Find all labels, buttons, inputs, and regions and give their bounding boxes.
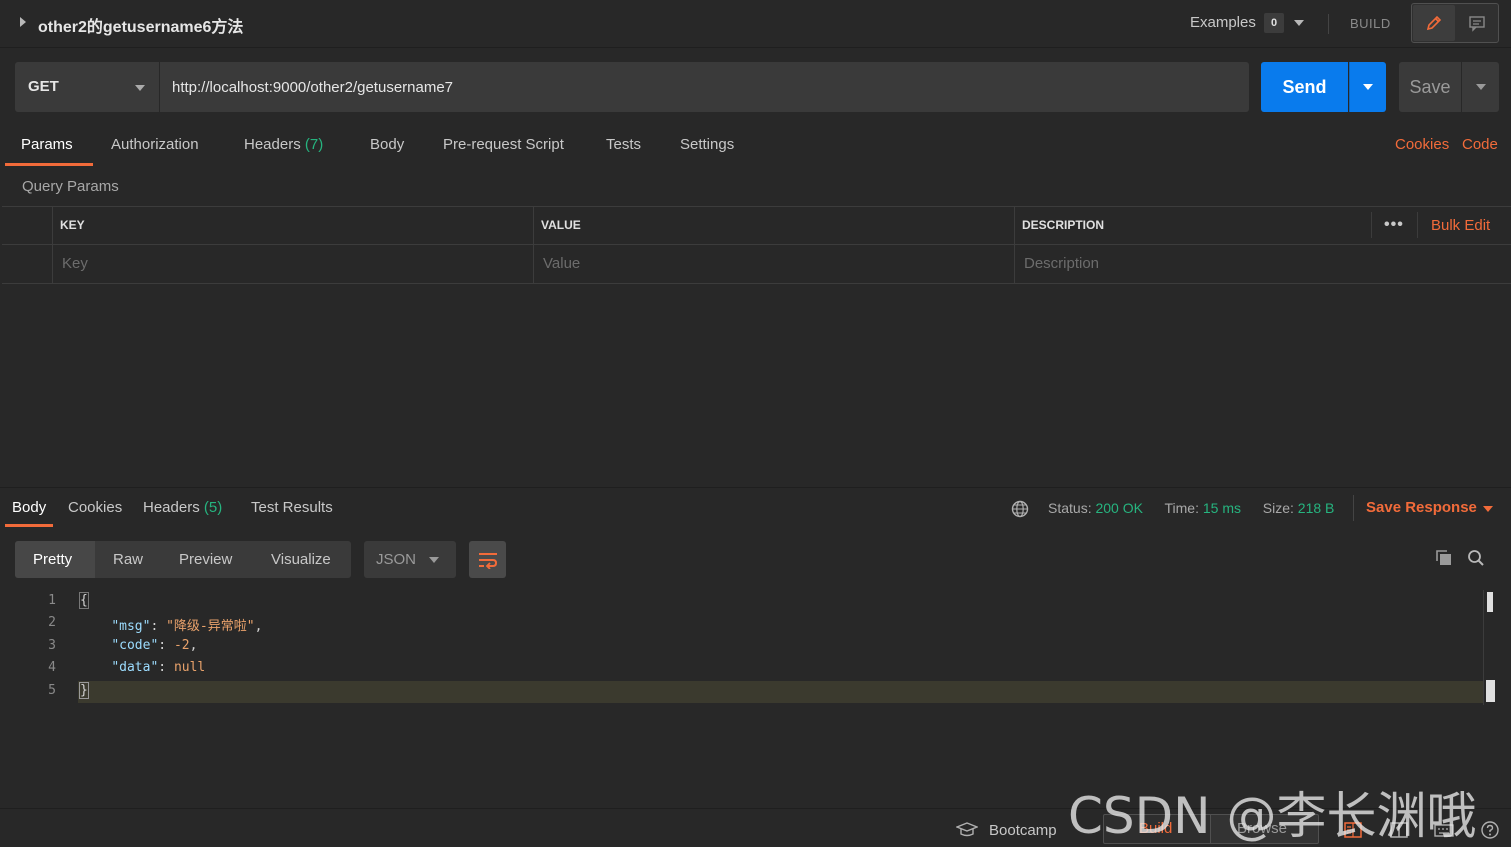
- scrollbar-track[interactable]: [1483, 590, 1484, 705]
- bootcamp-icon[interactable]: [955, 822, 979, 842]
- comment-icon[interactable]: [1456, 5, 1497, 41]
- status-value[interactable]: 200 OK: [1095, 500, 1142, 516]
- save-options-button[interactable]: [1462, 62, 1499, 112]
- line-number: 5: [48, 683, 56, 698]
- active-tab-indicator: [5, 524, 53, 527]
- save-button[interactable]: Save: [1399, 62, 1461, 112]
- code-close-brace[interactable]: }: [79, 682, 89, 699]
- build-mode-label: BUILD: [1350, 16, 1391, 31]
- json-key: "code": [111, 638, 159, 653]
- json-key: "msg": [111, 619, 151, 634]
- json-null-value: null: [173, 660, 206, 675]
- query-params-title: Query Params: [22, 178, 119, 195]
- code-line-msg[interactable]: "msg": "降级-异常啦",: [80, 615, 262, 634]
- send-options-button[interactable]: [1349, 62, 1386, 112]
- more-options-icon[interactable]: •••: [1384, 216, 1404, 234]
- key-input[interactable]: Key: [62, 255, 88, 272]
- tab-tests[interactable]: Tests: [606, 136, 641, 153]
- copy-icon[interactable]: [1434, 548, 1454, 572]
- column-header-description: DESCRIPTION: [1022, 218, 1105, 232]
- response-tab-cookies[interactable]: Cookies: [68, 499, 122, 516]
- json-number-value: -2: [173, 638, 190, 653]
- tab-headers-count: (7): [304, 136, 324, 153]
- method-chevron-down-icon[interactable]: [135, 85, 145, 91]
- response-tab-headers-label: Headers: [143, 499, 200, 516]
- tab-body[interactable]: Body: [370, 136, 404, 153]
- view-pretty-button[interactable]: Pretty: [33, 551, 72, 568]
- request-title[interactable]: other2的getusername6方法: [38, 13, 243, 37]
- table-row-divider: [2, 244, 1511, 245]
- table-column-divider: [52, 207, 53, 284]
- time-label: Time:: [1164, 500, 1199, 516]
- size-label: Size:: [1262, 500, 1294, 516]
- time-value[interactable]: 15 ms: [1203, 500, 1241, 516]
- table-column-divider: [1014, 207, 1015, 284]
- examples-button[interactable]: Examples: [1190, 14, 1256, 31]
- divider: [1353, 495, 1354, 521]
- line-number: 1: [48, 593, 56, 608]
- help-icon[interactable]: [1480, 820, 1500, 844]
- save-response-button[interactable]: Save Response: [1366, 499, 1477, 516]
- view-raw-button[interactable]: Raw: [113, 551, 143, 568]
- tab-headers[interactable]: Headers (7): [244, 136, 323, 153]
- response-tab-body[interactable]: Body: [12, 499, 46, 516]
- table-column-divider: [533, 207, 534, 284]
- description-input[interactable]: Description: [1024, 255, 1099, 272]
- collapse-caret-icon[interactable]: [20, 17, 26, 27]
- examples-chevron-down-icon[interactable]: [1294, 20, 1304, 26]
- code-open-brace[interactable]: {: [79, 592, 89, 609]
- cursor-marker: [1486, 680, 1495, 702]
- cookies-link[interactable]: Cookies: [1395, 136, 1449, 153]
- line-number: 2: [48, 615, 56, 630]
- scrollbar-thumb[interactable]: [1487, 592, 1493, 612]
- bootcamp-link[interactable]: Bootcamp: [989, 822, 1057, 839]
- method-label: GET: [28, 78, 59, 95]
- active-line-highlight: [78, 681, 1483, 703]
- line-number: 3: [48, 638, 56, 653]
- value-input[interactable]: Value: [543, 255, 580, 272]
- save-response-chevron-down-icon[interactable]: [1483, 506, 1493, 512]
- response-tab-headers-count: (5): [203, 499, 223, 516]
- tab-authorization[interactable]: Authorization: [111, 136, 199, 153]
- view-visualize-button[interactable]: Visualize: [271, 551, 331, 568]
- format-label: JSON: [376, 551, 417, 568]
- watermark: CSDN @李长渊哦: [1068, 787, 1477, 845]
- tab-params[interactable]: Params: [21, 136, 73, 153]
- table-header-divider: [1371, 212, 1372, 238]
- url-input[interactable]: [160, 62, 1249, 112]
- wrap-lines-icon: [478, 552, 497, 569]
- bulk-edit-link[interactable]: Bulk Edit: [1431, 217, 1490, 234]
- code-line-code[interactable]: "code": -2,: [80, 638, 197, 653]
- tab-pre-request-script[interactable]: Pre-request Script: [443, 136, 564, 153]
- table-header-divider: [1417, 212, 1418, 238]
- size-value[interactable]: 218 B: [1298, 500, 1335, 516]
- search-icon[interactable]: [1466, 548, 1486, 572]
- format-chevron-down-icon[interactable]: [429, 557, 439, 563]
- json-key: "data": [111, 660, 159, 675]
- examples-count-badge: 0: [1264, 13, 1284, 33]
- globe-icon[interactable]: [1010, 499, 1030, 523]
- line-number: 4: [48, 660, 56, 675]
- view-preview-button[interactable]: Preview: [179, 551, 232, 568]
- wrap-lines-button[interactable]: [469, 541, 506, 578]
- tab-headers-label: Headers: [244, 136, 301, 153]
- json-string-value: "降级-异常啦": [166, 619, 255, 634]
- chevron-down-icon: [1475, 84, 1486, 90]
- column-header-value: VALUE: [541, 218, 581, 232]
- code-link[interactable]: Code: [1462, 136, 1498, 153]
- column-header-key: KEY: [60, 218, 85, 232]
- status-label: Status:: [1048, 500, 1092, 516]
- response-divider: [0, 487, 1511, 488]
- code-line-data[interactable]: "data": null: [80, 660, 205, 675]
- send-button[interactable]: Send: [1261, 62, 1348, 112]
- response-tab-headers[interactable]: Headers (5): [143, 499, 222, 516]
- tab-settings[interactable]: Settings: [680, 136, 734, 153]
- response-meta: Status: 200 OK Time: 15 ms Size: 218 B: [1048, 500, 1334, 516]
- active-tab-indicator: [5, 163, 93, 166]
- chevron-down-icon: [1363, 84, 1373, 90]
- params-table: [2, 206, 1511, 284]
- divider: [1328, 14, 1329, 34]
- response-tab-test-results[interactable]: Test Results: [251, 499, 333, 516]
- pencil-icon[interactable]: [1413, 5, 1455, 41]
